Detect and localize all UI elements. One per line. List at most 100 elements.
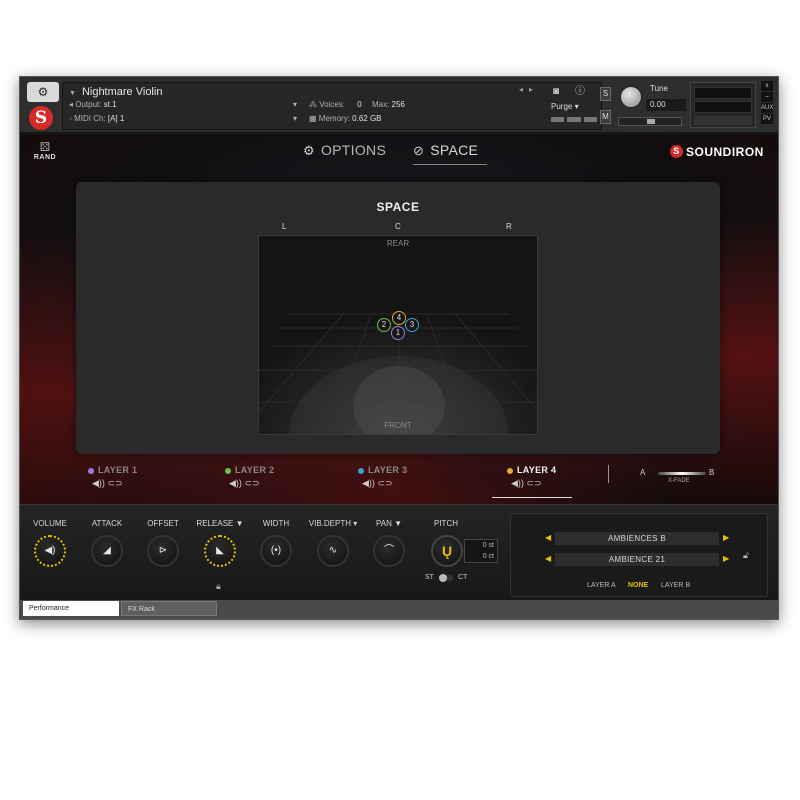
pitch-semitones[interactable]: 0 st (465, 540, 497, 551)
layer-2-position-dot[interactable]: 2 (377, 318, 391, 332)
xfade-slider[interactable] (658, 472, 706, 475)
attack-knob[interactable]: ◢ (91, 535, 123, 567)
ct-label: CT (458, 574, 468, 581)
purge-dropdown-icon: ▾ (574, 102, 579, 111)
midi-dropdown-icon[interactable]: ▾ (293, 114, 297, 123)
level-meter-panel (690, 82, 756, 128)
active-tab-indicator (413, 164, 487, 165)
purge-level-bars (551, 117, 597, 122)
purge-menu[interactable]: Purge ▾ (551, 102, 579, 111)
ambience-panel: ◀ AMBIENCES B ▶ ◀ AMBIENCE 21 ▶ 🔓︎ LAYER… (510, 513, 768, 597)
tab-options[interactable]: ⚙ OPTIONS (303, 142, 386, 159)
solo-button[interactable]: S (600, 87, 611, 101)
layer-1-position-dot[interactable]: 1 (391, 326, 405, 340)
pan-slider-handle[interactable] (647, 119, 655, 124)
instrument-body: ⚄ RAND ⚙ OPTIONS ⊘ SPACE S SOUNDIRON SPACE … (20, 134, 778, 504)
ambience-layer-b[interactable]: LAYER B (661, 582, 690, 589)
instrument-name[interactable]: ▼ Nightmare Violin (69, 86, 162, 98)
tune-label: Tune (650, 84, 668, 93)
ambience-layer-a[interactable]: LAYER A (587, 582, 616, 589)
link-icon[interactable]: ⊂⊃ (107, 478, 122, 488)
tab-space[interactable]: ⊘ SPACE (413, 142, 478, 159)
speaker-icon[interactable]: ◀)) (92, 478, 105, 488)
volume-slider[interactable] (694, 116, 752, 125)
left-label: L (282, 222, 287, 231)
center-label: C (395, 222, 401, 231)
speaker-icon[interactable]: ◀)) (362, 478, 375, 488)
release-knob[interactable]: ◣ (204, 535, 236, 567)
gear-icon: ⚙ (303, 143, 315, 158)
output-dropdown-icon[interactable]: ▾ (293, 100, 297, 109)
level-meter-left (694, 87, 752, 99)
active-layer-indicator (492, 497, 572, 498)
wave-icon: ∿ (328, 545, 338, 556)
link-icon[interactable]: ⊂⊃ (244, 478, 259, 488)
tab-performance[interactable]: Performance (23, 601, 119, 616)
st-label: ST (425, 574, 434, 581)
ambience-prev-icon[interactable]: ◀ (545, 533, 551, 542)
midi-channel-field[interactable]: ◦ MIDI Ch: [A] 1 (69, 114, 124, 123)
collapse-icon[interactable]: ▼ (69, 90, 76, 97)
ambience-next-icon[interactable]: ▶ (723, 533, 729, 542)
tune-knob[interactable] (620, 86, 642, 108)
volume-knob[interactable]: ◀) (34, 535, 66, 567)
rand-button[interactable]: ⚄ RAND (28, 140, 62, 170)
link-icon[interactable]: ⊂⊃ (526, 478, 541, 488)
layer-2-selector[interactable]: LAYER 2 ◀)) ⊂⊃ (225, 465, 274, 489)
output-field[interactable]: ◂ Output: st.1 (69, 100, 117, 109)
pitch-readout[interactable]: 0 st 0 ct (464, 539, 498, 563)
release-label[interactable]: RELEASE ▼ (190, 519, 250, 528)
width-knob[interactable]: (•) (260, 535, 292, 567)
mute-button[interactable]: M (600, 110, 611, 124)
tab-fx-rack[interactable]: FX Rack (121, 601, 217, 616)
xfade-a-label: A (640, 468, 646, 477)
close-icon[interactable]: x (761, 81, 773, 91)
pitch-knob[interactable]: Ų (431, 535, 463, 567)
vib-depth-knob[interactable]: ∿ (317, 535, 349, 567)
xfade-b-label: B (709, 468, 715, 477)
layer-4-position-dot[interactable]: 4 (392, 311, 406, 325)
layer-4-selector[interactable]: LAYER 4 ◀)) ⊂⊃ (507, 465, 556, 489)
rear-label: REAR (386, 239, 410, 248)
space-icon: ⊘ (413, 143, 425, 158)
output-icon: ◂ (69, 100, 74, 109)
info-icon[interactable]: ⓘ (573, 85, 587, 99)
speaker-icon: ◀) (44, 545, 56, 556)
voices-icon: ⁂ (309, 100, 317, 109)
pan-icon: ⌒ (384, 545, 394, 556)
memory-readout: ▦ Memory: 0.62 GB (309, 114, 382, 123)
layer-1-selector[interactable]: LAYER 1 ◀)) ⊂⊃ (88, 465, 137, 489)
pan-knob[interactable]: ⌒ (373, 535, 405, 567)
ambience-none[interactable]: NONE (628, 582, 648, 589)
speaker-icon[interactable]: ◀)) (511, 478, 524, 488)
tune-value[interactable]: 0.00 (646, 99, 686, 111)
minimize-icon[interactable]: – (761, 92, 773, 102)
unlock-icon[interactable]: 🔓︎ (743, 550, 749, 561)
pan-slider[interactable] (618, 117, 682, 126)
layer-3-position-dot[interactable]: 3 (405, 318, 419, 332)
wrench-icon[interactable]: ⚙ (27, 82, 59, 102)
speaker-icon[interactable]: ◀)) (229, 478, 242, 488)
ambience-preset-prev-icon[interactable]: ◀ (545, 554, 551, 563)
aux-button[interactable]: AUX (761, 103, 773, 113)
ambience-preset-next-icon[interactable]: ▶ (723, 554, 729, 563)
pitch-label: PITCH (434, 519, 458, 528)
space-position-grid[interactable]: REAR FRONT 4 2 3 1 (258, 235, 538, 435)
camera-icon[interactable]: ◙ (549, 85, 563, 99)
vib-depth-label[interactable]: VIB.DEPTH ▾ (303, 519, 363, 528)
ambience-preset-select[interactable]: AMBIENCE 21 (555, 553, 719, 566)
lock-icon[interactable]: 🔒︎ (216, 581, 221, 592)
ambience-category-select[interactable]: AMBIENCES B (555, 532, 719, 545)
pitch-cents[interactable]: 0 ct (465, 551, 497, 562)
offset-knob[interactable]: ⊳ (147, 535, 179, 567)
instrument-info-panel: ▼ Nightmare Violin ◂ Output: st.1 ◦ MIDI … (62, 82, 602, 130)
layer-3-selector[interactable]: LAYER 3 ◀)) ⊂⊃ (358, 465, 407, 489)
soundiron-logo: S (29, 106, 53, 130)
pv-button[interactable]: PV (761, 114, 773, 124)
link-icon[interactable]: ⊂⊃ (377, 478, 392, 488)
st-ct-toggle[interactable] (439, 574, 453, 582)
pan-label[interactable]: PAN ▼ (359, 519, 419, 528)
prev-next-arrows[interactable]: ◂▸ (519, 85, 539, 94)
offset-label: OFFSET (147, 519, 179, 528)
xfade-label: X-FADE (668, 478, 690, 484)
